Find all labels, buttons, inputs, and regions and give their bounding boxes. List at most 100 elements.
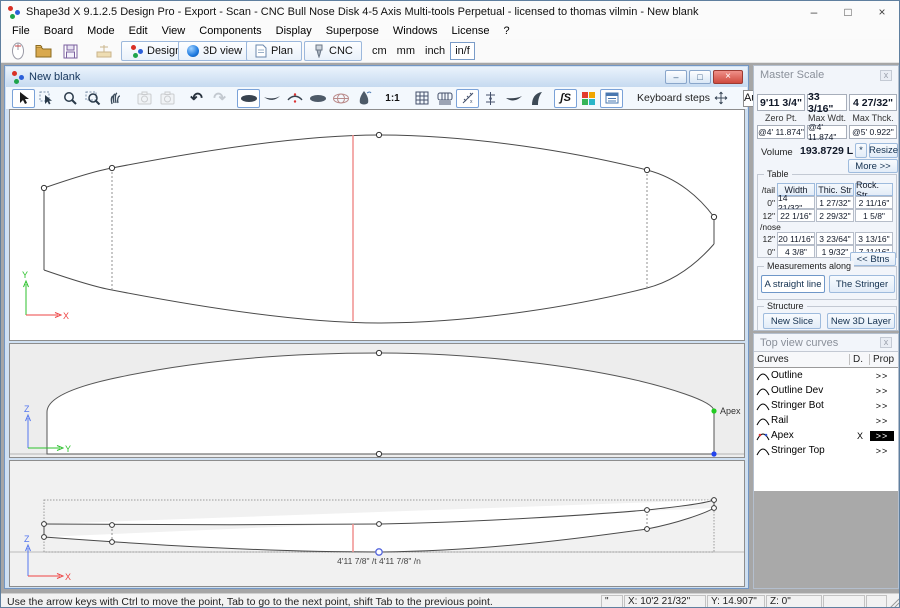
dimensions-icon[interactable] <box>93 41 115 61</box>
thickness-field[interactable]: 4 27/32" <box>849 94 897 111</box>
cell-tail12-width[interactable]: 22 1/16" <box>777 209 815 222</box>
curve-row-outline-dev[interactable]: Outline Dev >> <box>754 383 898 398</box>
zoom-window-icon[interactable] <box>81 89 104 108</box>
max-width-field[interactable]: @4' 11.874" <box>807 125 847 139</box>
curve-row-stringer-top[interactable]: Stringer Top >> <box>754 443 898 458</box>
control-point[interactable] <box>110 523 115 528</box>
maximize-button[interactable]: □ <box>831 1 865 23</box>
menu-windows[interactable]: Windows <box>386 25 445 37</box>
curve-row-stringer-bot[interactable]: Stringer Bot >> <box>754 398 898 413</box>
curvature-icon[interactable] <box>502 89 525 108</box>
menu-help[interactable]: ? <box>496 25 516 37</box>
select-cursor-icon[interactable] <box>12 89 35 108</box>
thic-str-header-button[interactable]: Thic. Str <box>816 183 854 196</box>
select-area-icon[interactable] <box>35 89 58 108</box>
selected-control-point[interactable] <box>376 549 382 555</box>
redo-icon[interactable]: ↷ <box>208 89 231 108</box>
plan-button[interactable]: Plan <box>246 41 302 61</box>
zoom-icon[interactable] <box>58 89 81 108</box>
unit-inf[interactable]: in/f <box>450 42 475 60</box>
control-point[interactable] <box>42 535 47 540</box>
control-point[interactable] <box>376 451 381 456</box>
rocker-view[interactable]: 4'11 7/8" /t 4'11 7/8" /n Z X <box>9 460 745 587</box>
unit-cm[interactable]: cm <box>367 45 392 57</box>
control-point[interactable] <box>711 214 716 219</box>
menu-mode[interactable]: Mode <box>80 25 122 37</box>
cell-tail0-rock[interactable]: 2 11/16" <box>855 196 893 209</box>
shaded-view-icon[interactable] <box>306 89 329 108</box>
curve-row-apex[interactable]: Apex X >> <box>754 428 898 443</box>
fin-icon[interactable] <box>525 89 548 108</box>
control-point[interactable] <box>644 167 649 172</box>
curves-panel-close-icon[interactable]: x <box>880 337 892 348</box>
cell-nose12-width[interactable]: 20 11/16" <box>777 232 815 245</box>
cell-nose0-width[interactable]: 4 3/8" <box>777 245 815 258</box>
prop-link[interactable]: >> <box>870 401 894 411</box>
slices-icon[interactable] <box>433 89 456 108</box>
cell-tail12-rock[interactable]: 1 5/8" <box>855 209 893 222</box>
mouse-settings-icon[interactable] <box>7 41 29 61</box>
max-thick-field[interactable]: @5' 0.922" <box>849 125 897 139</box>
measurements-icon[interactable]: x <box>456 89 479 108</box>
cell-nose12-thic[interactable]: 3 23/64" <box>816 232 854 245</box>
menu-file[interactable]: File <box>5 25 37 37</box>
cell-tail0-thic[interactable]: 1 27/32" <box>816 196 854 209</box>
thickness-view-icon[interactable] <box>283 89 306 108</box>
control-point[interactable] <box>712 498 717 503</box>
pan-hand-icon[interactable] <box>104 89 127 108</box>
menu-board[interactable]: Board <box>37 25 80 37</box>
new-slice-button[interactable]: New Slice <box>763 313 821 329</box>
volume-star-button[interactable]: * <box>855 143 867 158</box>
rock-str-header-button[interactable]: Rock. Str <box>855 183 893 196</box>
flow-lines-icon[interactable]: ʃS <box>554 89 577 108</box>
menu-display[interactable]: Display <box>269 25 319 37</box>
perspective-view-icon[interactable] <box>352 89 375 108</box>
resize-button[interactable]: Resize <box>869 143 898 158</box>
control-point[interactable] <box>645 508 650 513</box>
snapshot-icon[interactable] <box>133 89 156 108</box>
open-folder-icon[interactable] <box>33 41 55 61</box>
snapshot-copy-icon[interactable] <box>156 89 179 108</box>
document-title-bar[interactable]: New blank – □ × <box>6 67 747 87</box>
prop-link[interactable]: >> <box>870 371 894 381</box>
menu-license[interactable]: License <box>445 25 497 37</box>
control-point[interactable] <box>109 165 114 170</box>
control-point[interactable] <box>377 522 382 527</box>
menu-components[interactable]: Components <box>192 25 268 37</box>
cell-tail0-width[interactable]: 14 21/32" <box>777 196 815 209</box>
prop-link-selected[interactable]: >> <box>870 431 894 441</box>
one-to-one-icon[interactable]: 1:1 <box>381 89 404 108</box>
cell-nose0-thic[interactable]: 1 9/32" <box>816 245 854 258</box>
guidelines-icon[interactable] <box>479 89 502 108</box>
control-point[interactable] <box>712 506 717 511</box>
rail-point[interactable] <box>711 451 716 456</box>
doc-close-button[interactable]: × <box>713 70 743 84</box>
new-3d-layer-button[interactable]: New 3D Layer <box>827 313 895 329</box>
minimize-button[interactable]: – <box>797 1 831 23</box>
save-icon[interactable] <box>59 41 81 61</box>
control-point[interactable] <box>42 522 47 527</box>
close-button[interactable]: × <box>865 1 899 23</box>
resize-grip[interactable] <box>889 596 900 608</box>
slice-view[interactable]: Apex Z Y <box>9 343 745 458</box>
outline-view[interactable]: Y X <box>9 109 745 341</box>
prop-link[interactable]: >> <box>870 386 894 396</box>
menu-view[interactable]: View <box>155 25 193 37</box>
control-point[interactable] <box>110 540 115 545</box>
prop-link[interactable]: >> <box>870 416 894 426</box>
cell-tail12-thic[interactable]: 2 29/32" <box>816 209 854 222</box>
keyboard-steps-icon[interactable] <box>710 89 733 108</box>
doc-maximize-button[interactable]: □ <box>689 70 711 84</box>
width-field[interactable]: 33 3/16" <box>807 94 847 111</box>
unit-inch[interactable]: inch <box>420 45 450 57</box>
apex-point[interactable] <box>711 408 716 413</box>
prop-link[interactable]: >> <box>870 446 894 456</box>
control-point[interactable] <box>645 527 650 532</box>
menu-superpose[interactable]: Superpose <box>319 25 386 37</box>
grid-icon[interactable] <box>410 89 433 108</box>
master-scale-close-icon[interactable]: x <box>880 70 892 81</box>
properties-panel-icon[interactable] <box>600 89 623 108</box>
colors-icon[interactable] <box>577 89 600 108</box>
length-field[interactable]: 9'11 3/4" <box>757 94 805 111</box>
rocker-view-icon[interactable] <box>260 89 283 108</box>
